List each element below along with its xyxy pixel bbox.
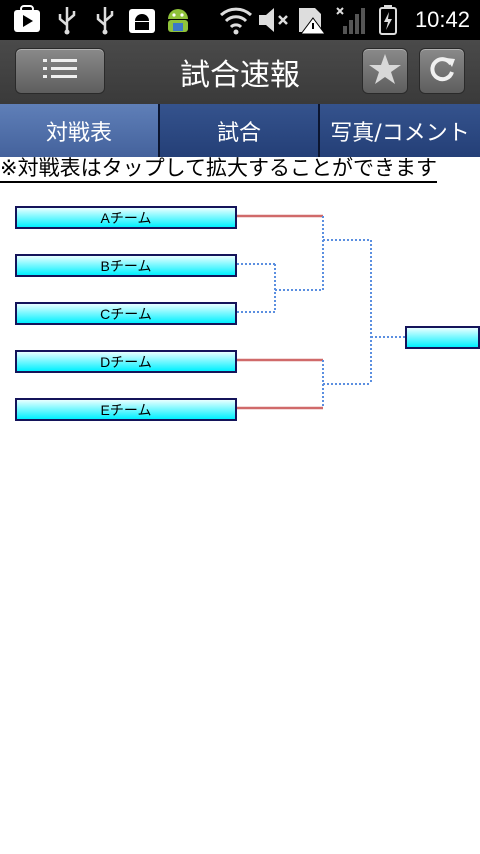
favorite-button[interactable] bbox=[362, 48, 408, 94]
android-mascot-icon bbox=[160, 4, 196, 36]
volume-muted-icon bbox=[256, 4, 292, 36]
winner-box[interactable] bbox=[405, 326, 480, 349]
menu-button[interactable] bbox=[15, 48, 105, 94]
status-bar: 10:42 bbox=[0, 0, 480, 40]
tournament-bracket[interactable]: Aチーム Bチーム Cチーム Dチーム Eチーム bbox=[0, 190, 480, 450]
usb-icon bbox=[52, 4, 82, 36]
team-c[interactable]: Cチーム bbox=[15, 302, 237, 325]
tab-bracket[interactable]: 対戦表 bbox=[0, 104, 160, 157]
tab-match[interactable]: 試合 bbox=[160, 104, 320, 157]
battery-charging-icon bbox=[376, 4, 400, 36]
bracket-line-abc-join bbox=[322, 216, 371, 290]
bracket-line-de-join bbox=[322, 360, 371, 408]
refresh-icon bbox=[427, 54, 457, 88]
team-d[interactable]: Dチーム bbox=[15, 350, 237, 373]
menu-icon bbox=[43, 57, 77, 85]
usb-icon bbox=[90, 4, 120, 36]
wifi-icon bbox=[218, 4, 254, 36]
tab-photo-comment[interactable]: 写真/コメント bbox=[320, 104, 480, 157]
team-e[interactable]: Eチーム bbox=[15, 398, 237, 421]
star-icon bbox=[368, 52, 402, 90]
team-b[interactable]: Bチーム bbox=[15, 254, 237, 277]
bracket-line-final bbox=[370, 240, 405, 384]
refresh-button[interactable] bbox=[419, 48, 465, 94]
play-store-icon bbox=[10, 4, 44, 36]
status-time: 10:42 bbox=[414, 7, 470, 32]
team-a[interactable]: Aチーム bbox=[15, 206, 237, 229]
app-header: 試合速報 bbox=[0, 40, 480, 104]
signal-icon bbox=[332, 4, 368, 36]
sd-card-warning-icon bbox=[294, 4, 328, 36]
bracket-line-bc-join bbox=[274, 264, 323, 312]
android-debug-icon bbox=[126, 4, 158, 36]
notice-text: ※対戦表はタップして拡大することができます bbox=[0, 157, 437, 183]
tab-bar: 対戦表 試合 写真/コメント bbox=[0, 104, 480, 157]
